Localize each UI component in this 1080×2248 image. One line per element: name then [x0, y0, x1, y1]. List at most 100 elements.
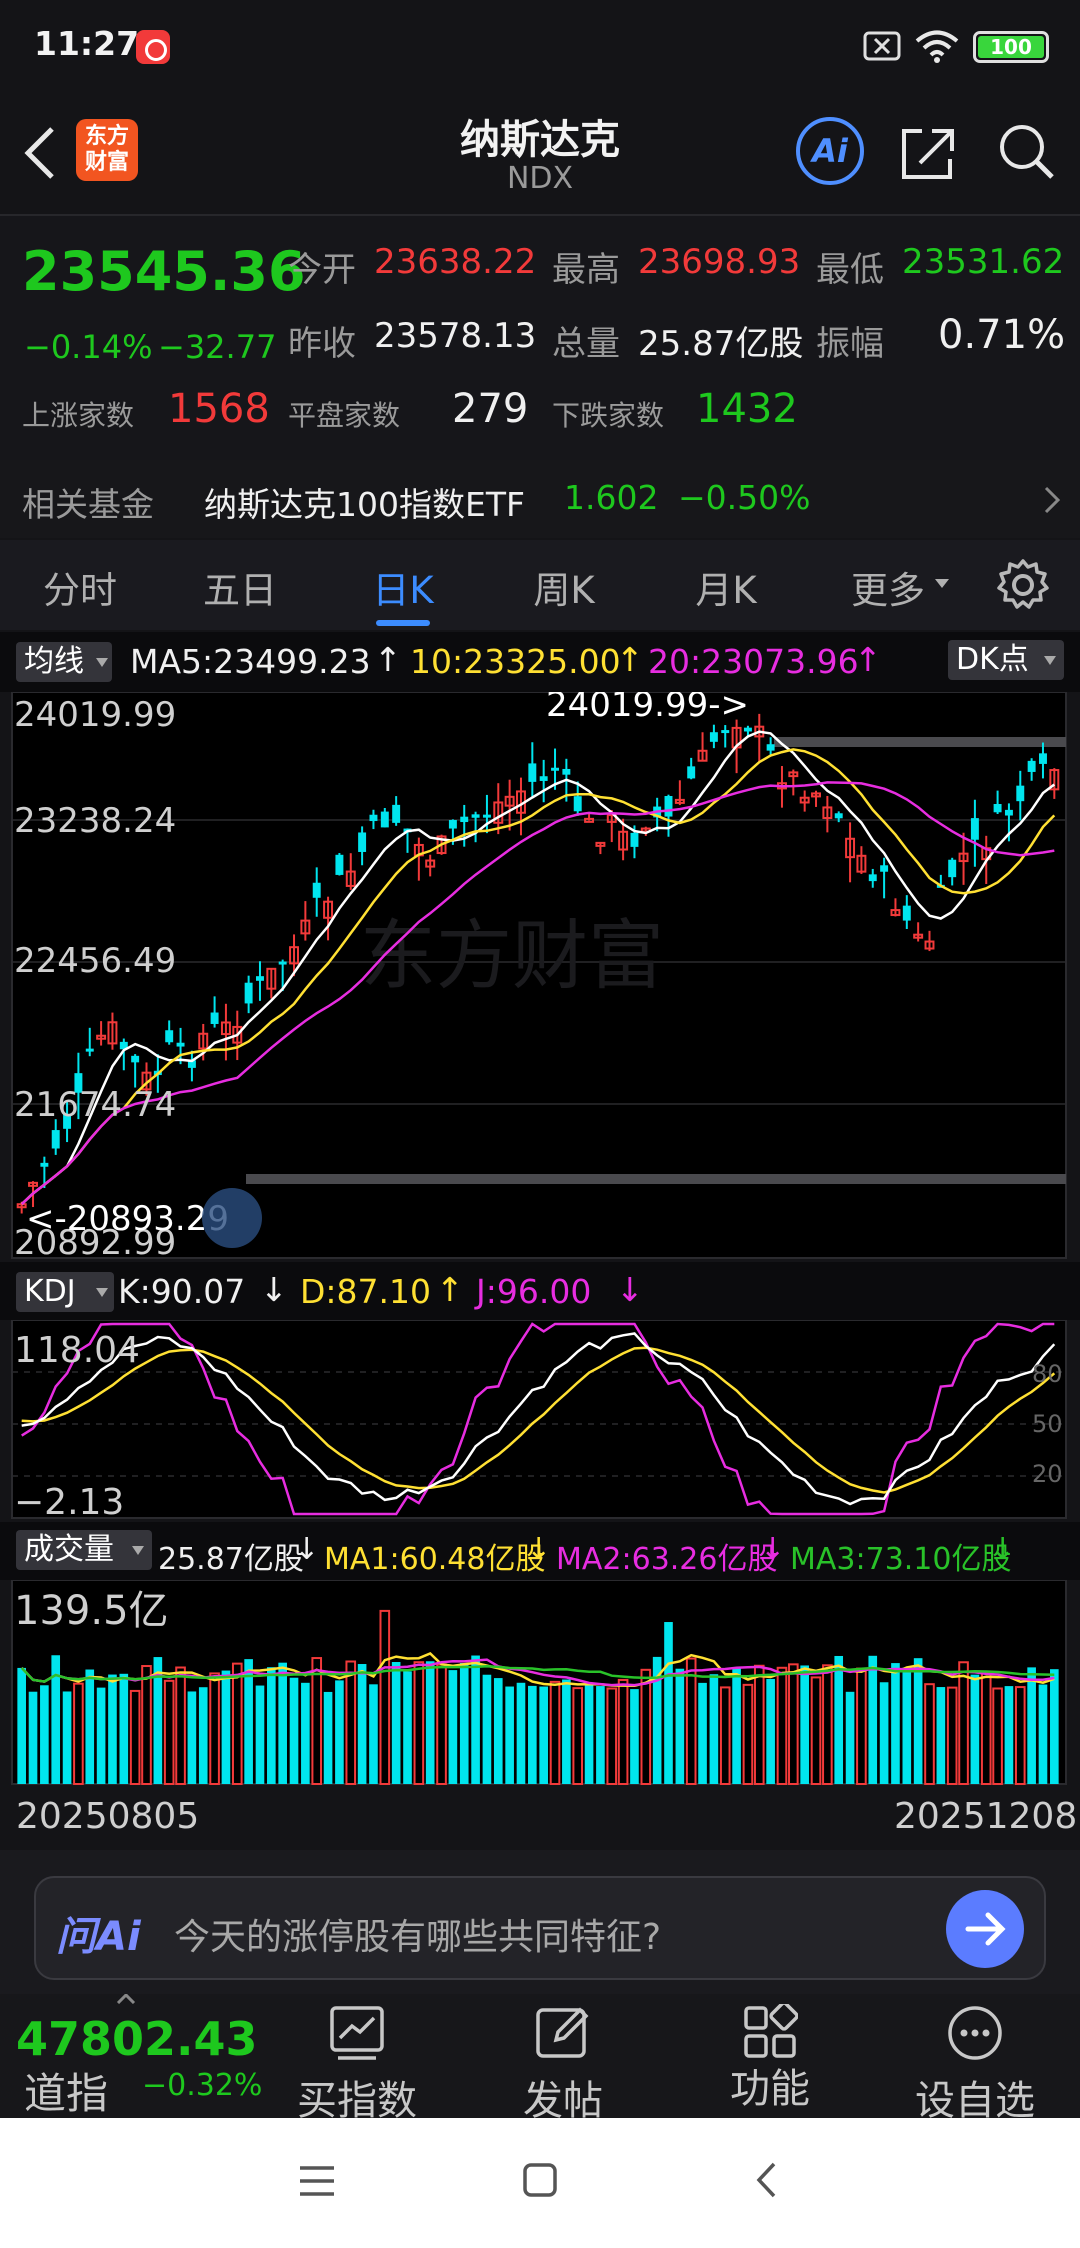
- home-square-icon[interactable]: [522, 2162, 558, 2198]
- ai-assistant-button[interactable]: Ai: [796, 117, 864, 185]
- share-icon[interactable]: [898, 123, 958, 183]
- tab-intraday[interactable]: 分时: [30, 560, 130, 614]
- candle-body: [131, 1055, 140, 1063]
- tab-weekly-k[interactable]: 周K: [514, 560, 614, 614]
- candle-body: [1016, 785, 1025, 802]
- candle-body: [880, 865, 889, 872]
- candle-body: [165, 1030, 174, 1043]
- battery-level: 100: [978, 36, 1044, 58]
- candle-body: [85, 1048, 94, 1052]
- candle-body: [1004, 809, 1013, 816]
- amplitude-value: 0.71%: [938, 312, 1066, 358]
- kdj-y-top: 118.04: [14, 1330, 140, 1371]
- dk-point-button[interactable]: DK点: [948, 640, 1064, 680]
- candle-body: [335, 854, 344, 875]
- system-back-icon[interactable]: [754, 2160, 778, 2200]
- ma-selector[interactable]: 均线: [16, 642, 112, 682]
- candle-body: [51, 1130, 60, 1149]
- candle-body: [573, 796, 582, 812]
- chart-trend-icon: [330, 2006, 384, 2060]
- volume-bar: [766, 1678, 775, 1784]
- kdj-chart[interactable]: 118.04 −2.13 80 50 20: [0, 1320, 1080, 1520]
- up-count-label: 上涨家数: [22, 399, 135, 432]
- system-navigation-bar: [0, 2118, 1080, 2248]
- caret-down-icon: [96, 1288, 108, 1297]
- volume-bar: [459, 1663, 469, 1784]
- change-value: −32.77: [158, 328, 277, 366]
- period-tabs: 分时 五日 日K 周K 月K 更多: [0, 540, 1080, 630]
- start-date: 20250805: [16, 1796, 200, 1837]
- volume-bar: [891, 1663, 900, 1784]
- volume-bar: [278, 1662, 287, 1784]
- volume-bar: [482, 1674, 492, 1784]
- candle-body: [358, 832, 367, 852]
- volume-bar: [119, 1673, 129, 1784]
- down-count-label: 下跌家数: [552, 399, 665, 432]
- volume-bar: [1027, 1667, 1036, 1784]
- volume-bar: [448, 1670, 458, 1784]
- volume-bar: [40, 1685, 49, 1784]
- kdj-selector[interactable]: KDJ: [16, 1272, 114, 1312]
- tab-more[interactable]: 更多: [838, 560, 938, 614]
- volume-bar: [913, 1658, 923, 1784]
- volume-bar: [403, 1671, 412, 1784]
- vol-ma3-value: MA3:73.10亿股: [790, 1542, 1012, 1577]
- tab-five-day[interactable]: 五日: [190, 560, 290, 614]
- kdj-j-value: J:96.00: [476, 1272, 592, 1311]
- search-icon[interactable]: [996, 121, 1056, 183]
- volume-bar: [936, 1687, 946, 1784]
- floating-helper-icon[interactable]: [202, 1188, 262, 1248]
- volume-bar: [323, 1691, 333, 1784]
- candle-body: [244, 982, 253, 1004]
- candle-body: [482, 814, 491, 818]
- prev-close-value: 23578.13: [374, 316, 537, 356]
- ticker-index-value[interactable]: 47802.43: [16, 2012, 258, 2066]
- ask-ai-placeholder: 今天的涨停股有哪些共同特征?: [174, 1917, 662, 1958]
- volume-selector-label: 成交量: [24, 1532, 114, 1567]
- volume-bar: [221, 1670, 231, 1784]
- volume-bar: [879, 1682, 889, 1784]
- volume-value: 25.87亿股: [158, 1542, 304, 1577]
- arrow-right-icon: [965, 1912, 1006, 1946]
- max-price-note: 24019.99->: [546, 692, 749, 725]
- tab-daily-k[interactable]: 日K: [353, 560, 453, 614]
- expand-up-icon[interactable]: [116, 1994, 136, 2004]
- volume-bar: [96, 1687, 106, 1784]
- kdj-level-50: 50: [1032, 1410, 1063, 1438]
- volume-bar: [28, 1691, 38, 1784]
- volume-bar: [289, 1677, 299, 1784]
- watermark: 东方财富: [360, 911, 664, 1000]
- menu-icon[interactable]: [298, 2164, 336, 2198]
- fund-label: 相关基金: [22, 485, 154, 524]
- ask-ai-send-button[interactable]: [946, 1890, 1024, 1968]
- volume-bar: [562, 1679, 571, 1784]
- volume-bar: [1038, 1684, 1048, 1784]
- candle-body: [948, 859, 957, 878]
- volume-bar: [391, 1662, 401, 1784]
- kline-chart[interactable]: 东方财富 24019.99 23238.24 22456.49 21674.74…: [0, 692, 1080, 1260]
- volume-label: 总量: [552, 324, 620, 364]
- up-count: 1568: [168, 386, 270, 432]
- kdj-level-80: 80: [1032, 1360, 1063, 1388]
- tab-monthly-k[interactable]: 月K: [676, 560, 776, 614]
- ma20-value: 20:23073.96: [648, 642, 859, 681]
- volume-chart[interactable]: 139.5亿: [0, 1580, 1080, 1786]
- volume-bar: [675, 1668, 685, 1784]
- caret-down-icon: [1044, 656, 1056, 665]
- volume-selector[interactable]: 成交量: [16, 1530, 152, 1570]
- ask-ai-input[interactable]: 问Ai 今天的涨停股有哪些共同特征?: [34, 1876, 1046, 1980]
- settings-gear-icon[interactable]: [996, 558, 1050, 612]
- kdj-k-arrow: ↓: [260, 1270, 288, 1309]
- volume-bar: [267, 1667, 276, 1784]
- low-value: 23531.62: [902, 242, 1065, 282]
- candle-body: [868, 874, 877, 882]
- candle-body: [709, 732, 718, 742]
- candle-body: [460, 816, 469, 823]
- flat-count-label: 平盘家数: [288, 399, 401, 432]
- candle-body: [256, 976, 264, 981]
- related-fund-row[interactable]: 相关基金 纳斯达克100指数ETF 1.602 −0.50%: [0, 460, 1080, 538]
- nav-functions[interactable]: 功能: [692, 2056, 848, 2114]
- caret-down-icon: [96, 658, 108, 667]
- volume-bar: [539, 1686, 548, 1784]
- volume-bar: [868, 1655, 878, 1784]
